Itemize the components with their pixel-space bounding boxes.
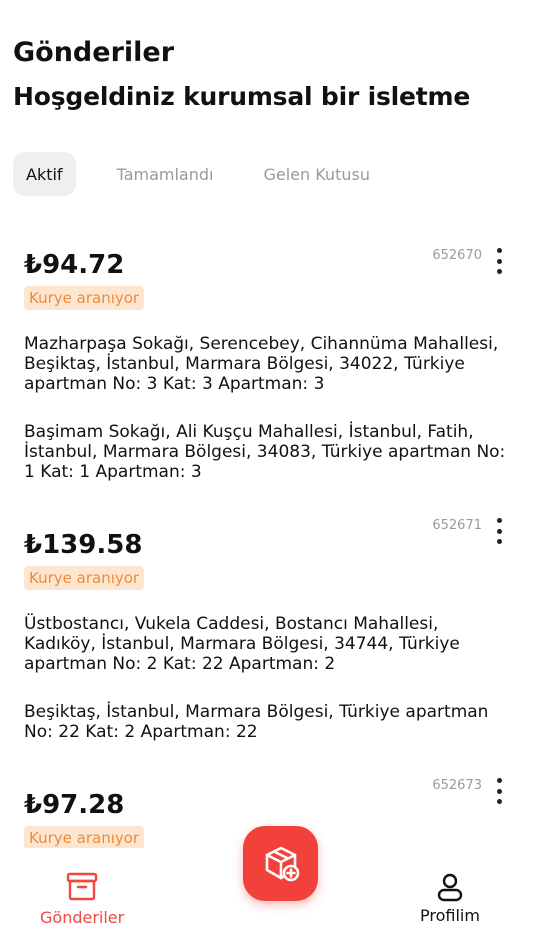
user-icon (437, 873, 463, 902)
dropoff-address: Beşiktaş, İstanbul, Marmara Bölgesi, Tür… (24, 702, 489, 742)
order-id: 652671 (432, 518, 482, 533)
pickup-address: Üstbostancı, Vukela Caddesi, Bostancı Ma… (24, 614, 460, 674)
more-vertical-icon (496, 518, 502, 523)
page-header: Gönderiler Hoşgeldiniz kurumsal bir isle… (13, 36, 470, 114)
order-id: 652673 (432, 778, 482, 793)
pickup-address: Mazharpaşa Sokağı, Serencebey, Cihannüma… (24, 334, 499, 394)
order-list[interactable]: ₺94.72 652670 Kurye aranıyor Mazharpaşa … (0, 220, 534, 848)
order-id: 652670 (432, 248, 482, 263)
more-options-button[interactable] (494, 518, 504, 544)
more-vertical-icon (496, 248, 502, 253)
order-card[interactable]: ₺139.58 652671 Kurye aranıyor Üstbostanc… (0, 518, 534, 742)
nav-profile[interactable]: Profilim (420, 872, 480, 925)
welcome-subtitle: Hoşgeldiniz kurumsal bir isletme (13, 82, 471, 111)
order-price: ₺97.28 (24, 790, 125, 820)
status-badge: Kurye aranıyor (24, 286, 145, 310)
order-card[interactable]: ₺94.72 652670 Kurye aranıyor Mazharpaşa … (0, 248, 534, 482)
tab-completed[interactable]: Tamamlandı (104, 152, 227, 196)
page-title: Gönderiler (13, 37, 175, 68)
nav-shipments-label: Gönderiler (40, 908, 125, 927)
add-package-icon (265, 846, 299, 881)
nav-shipments[interactable]: Gönderiler (40, 868, 124, 927)
more-vertical-icon (496, 778, 502, 783)
status-badge: Kurye aranıyor (24, 566, 145, 590)
tab-inbox[interactable]: Gelen Kutusu (250, 152, 382, 196)
tab-active[interactable]: Aktif (13, 152, 76, 196)
status-badge: Kurye aranıyor (24, 826, 145, 848)
nav-profile-label: Profilim (420, 906, 480, 925)
package-icon (66, 872, 98, 901)
dropoff-address: Başimam Sokağı, Ali Kuşçu Mahallesi, İst… (24, 422, 506, 482)
create-shipment-button[interactable] (243, 826, 318, 901)
more-options-button[interactable] (494, 778, 504, 804)
more-options-button[interactable] (494, 248, 504, 274)
order-price: ₺139.58 (24, 530, 143, 560)
status-tabs: Aktif Tamamlandı Gelen Kutusu (13, 152, 397, 196)
